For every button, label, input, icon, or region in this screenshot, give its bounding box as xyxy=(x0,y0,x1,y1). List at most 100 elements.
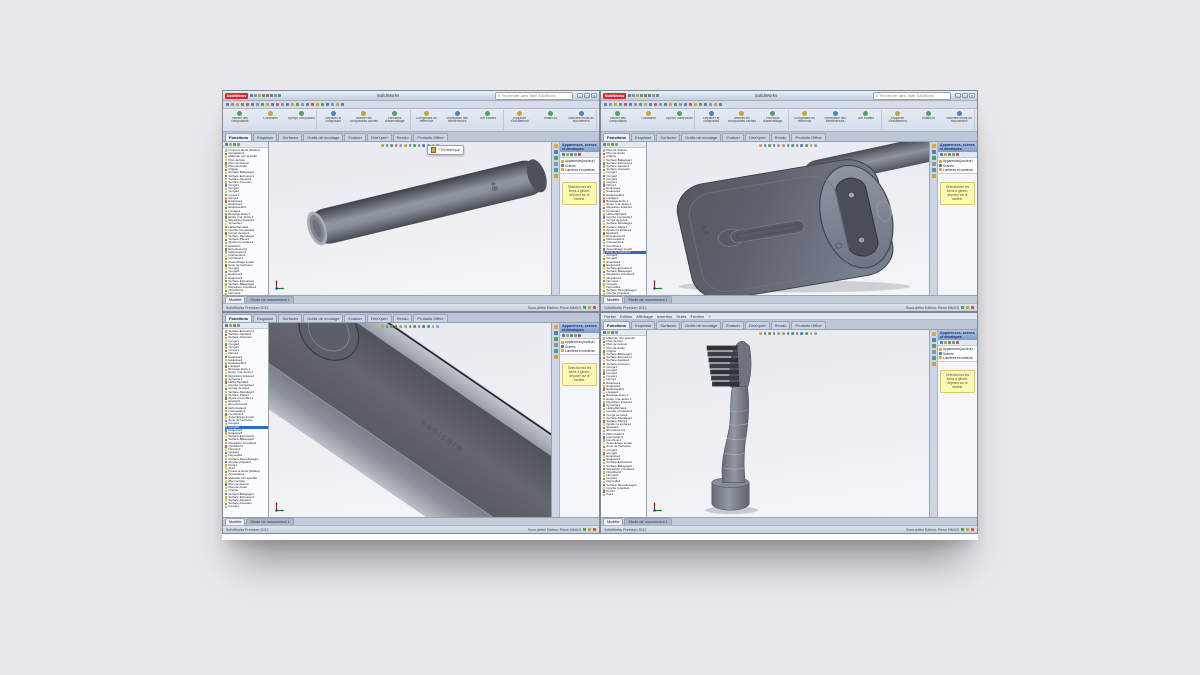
title-bar[interactable]: SolidWorks SolidWorks ⌕ Rechercher dans … xyxy=(601,91,977,101)
minimize-button[interactable]: – xyxy=(955,93,961,98)
close-button[interactable]: ✕ xyxy=(591,93,597,98)
task-pane-header[interactable]: Apparences, scènes et décalques xyxy=(938,330,977,340)
ribbon-button[interactable]: Vue éclatée xyxy=(851,110,882,130)
headsup-icon[interactable] xyxy=(759,144,762,147)
headsup-icon[interactable] xyxy=(395,325,398,328)
titlebar-icon[interactable] xyxy=(270,94,273,97)
task-pane-tab-icon[interactable] xyxy=(554,174,558,178)
quickbar-icon[interactable] xyxy=(236,103,239,106)
quickbar-icon[interactable] xyxy=(624,103,627,106)
ribbon-button[interactable]: Vue éclatée xyxy=(473,110,504,130)
headsup-icon[interactable] xyxy=(400,144,403,147)
quickbar-icon[interactable] xyxy=(639,103,642,106)
tab-1[interactable]: Esquisse xyxy=(253,133,277,141)
task-pane-toolbar-icon[interactable] xyxy=(952,341,955,344)
viewport-3d[interactable] xyxy=(647,330,929,517)
headsup-icon[interactable] xyxy=(768,144,771,147)
titlebar-icon[interactable] xyxy=(636,94,639,97)
task-pane-tab-icon[interactable] xyxy=(554,343,558,347)
titlebar-icon[interactable] xyxy=(258,94,261,97)
headsup-icon[interactable] xyxy=(787,332,790,335)
doc-tab-1[interactable]: Etude de mouvement 1 xyxy=(246,518,293,525)
task-pane-tab-icon[interactable] xyxy=(932,144,936,148)
tab-4[interactable]: Evaluer xyxy=(344,133,366,141)
headsup-icon[interactable] xyxy=(390,325,393,328)
task-pane-tab-icon[interactable] xyxy=(932,162,936,166)
quickbar-icon[interactable] xyxy=(684,103,687,106)
tree-toolbar-icon[interactable] xyxy=(225,324,228,327)
tab-1[interactable]: Esquisse xyxy=(631,321,655,329)
tab-5[interactable]: DimXpert xyxy=(745,321,770,329)
task-pane-toolbar-icon[interactable] xyxy=(566,334,569,337)
headsup-icon[interactable] xyxy=(796,144,799,147)
headsup-icon[interactable] xyxy=(778,332,781,335)
menu-3[interactable]: Insertion xyxy=(657,314,672,319)
tree-toolbar-icon[interactable] xyxy=(229,143,232,146)
tree-toolbar-icon[interactable] xyxy=(603,331,606,334)
viewport-3d[interactable]: ✳B *Trimétrique xyxy=(269,142,551,295)
headsup-icon[interactable] xyxy=(404,325,407,328)
tree-toolbar-icon[interactable] xyxy=(603,143,606,146)
headsup-icon[interactable] xyxy=(381,144,384,147)
task-pane-tab-icon[interactable] xyxy=(554,150,558,154)
viewport-3d[interactable]: sonicare xyxy=(269,323,551,517)
headsup-icon[interactable] xyxy=(381,325,384,328)
headsup-icon[interactable] xyxy=(422,325,425,328)
tab-2[interactable]: Surfaces xyxy=(656,321,680,329)
task-pane-toolbar-icon[interactable] xyxy=(948,153,951,156)
handle-tube-model[interactable]: ✳B xyxy=(269,142,551,295)
titlebar-icon[interactable] xyxy=(250,94,253,97)
tab-4[interactable]: Evaluer xyxy=(722,321,744,329)
quickbar-icon[interactable] xyxy=(266,103,269,106)
tab-5[interactable]: DimXpert xyxy=(367,314,392,322)
tab-4[interactable]: Evaluer xyxy=(722,133,744,141)
maximize-button[interactable]: ▢ xyxy=(962,93,968,98)
task-pane-toolbar-icon[interactable] xyxy=(952,153,955,156)
tree-item[interactable]: Congé1 xyxy=(225,505,268,508)
quickbar-icon[interactable] xyxy=(291,103,294,106)
menu-5[interactable]: Fenêtre xyxy=(690,314,704,319)
task-pane-tab-icon[interactable] xyxy=(554,325,558,329)
tree-toolbar-icon[interactable] xyxy=(611,143,614,146)
ribbon-button[interactable]: Fonctions d'assemblage xyxy=(758,110,789,130)
headsup-icon[interactable] xyxy=(404,144,407,147)
ribbon-button[interactable]: Insérer des composants xyxy=(603,110,633,130)
tab-7[interactable]: Produits Office xyxy=(413,133,447,141)
quickbar-icon[interactable] xyxy=(271,103,274,106)
tree-toolbar-icon[interactable] xyxy=(233,324,236,327)
quickbar-icon[interactable] xyxy=(694,103,697,106)
tab-0[interactable]: Fonctions xyxy=(225,133,252,141)
quickbar-icon[interactable] xyxy=(659,103,662,106)
tree-toolbar-icon[interactable] xyxy=(607,331,610,334)
titlebar-icon[interactable] xyxy=(278,94,281,97)
task-pane-header[interactable]: Apparences, scènes et décalques xyxy=(560,323,599,333)
maximize-button[interactable]: ▢ xyxy=(584,93,590,98)
task-pane-toolbar-icon[interactable] xyxy=(940,153,943,156)
quickbar-icon[interactable] xyxy=(286,103,289,106)
ribbon-button[interactable]: Composant de référence xyxy=(790,110,820,130)
tab-3[interactable]: Outils de moulage xyxy=(303,314,343,322)
headsup-icon[interactable] xyxy=(386,325,389,328)
tab-0[interactable]: Fonctions xyxy=(603,133,630,141)
quickbar-icon[interactable] xyxy=(719,103,722,106)
ribbon-button[interactable]: Nouvelle étude de mouvement xyxy=(944,110,975,130)
headsup-icon[interactable] xyxy=(805,332,808,335)
task-pane-toolbar-icon[interactable] xyxy=(944,153,947,156)
task-pane-tab-icon[interactable] xyxy=(932,350,936,354)
task-pane-tab-icon[interactable] xyxy=(932,338,936,342)
task-pane-item[interactable]: Lumières et caméras xyxy=(561,168,598,172)
task-pane-tab-icon[interactable] xyxy=(554,355,558,359)
headsup-icon[interactable] xyxy=(400,325,403,328)
tab-7[interactable]: Produits Office xyxy=(791,133,825,141)
tab-1[interactable]: Esquisse xyxy=(631,133,655,141)
task-pane-tab-icon[interactable] xyxy=(932,150,936,154)
task-pane-toolbar-icon[interactable] xyxy=(566,153,569,156)
quickbar-icon[interactable] xyxy=(256,103,259,106)
quickbar-icon[interactable] xyxy=(341,103,344,106)
headsup-icon[interactable] xyxy=(413,325,416,328)
quickbar-icon[interactable] xyxy=(614,103,617,106)
task-pane-toolbar-icon[interactable] xyxy=(574,153,577,156)
headsup-icon[interactable] xyxy=(796,332,799,335)
menu-6[interactable]: ? xyxy=(708,314,710,319)
tab-2[interactable]: Surfaces xyxy=(278,314,302,322)
